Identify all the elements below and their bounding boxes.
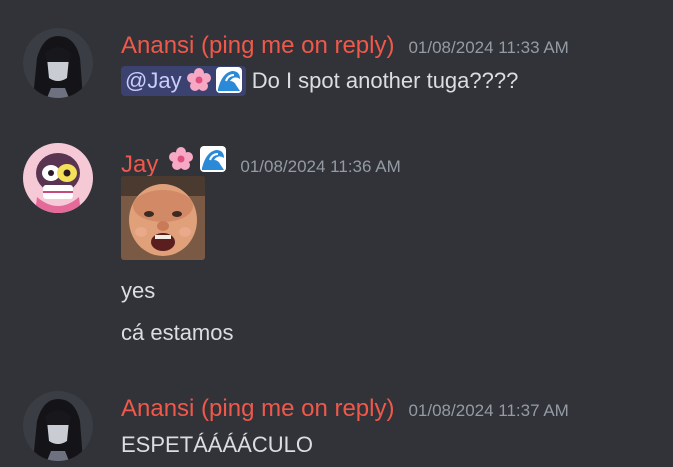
message-header: Anansi (ping me on reply) 01/08/2024 11:… — [121, 32, 569, 60]
avatar[interactable] — [23, 391, 93, 461]
timestamp: 01/08/2024 11:33 AM — [408, 38, 569, 57]
message-header: Anansi (ping me on reply) 01/08/2024 11:… — [121, 395, 569, 423]
message-header: Jay 01/08/2024 11:36 AM — [121, 146, 401, 179]
cherry-blossom-icon — [168, 146, 194, 172]
water-wave-icon — [215, 67, 242, 93]
username[interactable]: Anansi (ping me on reply) — [121, 395, 394, 423]
water-wave-icon — [200, 146, 227, 172]
timestamp: 01/08/2024 11:37 AM — [408, 401, 569, 420]
message-text: Do I spot another tuga???? — [251, 68, 519, 93]
mention-text: @Jay — [125, 68, 182, 93]
message-content: @Jay Do I spot another tuga???? — [121, 66, 518, 96]
message-text: yes — [121, 278, 156, 303]
username[interactable]: Anansi (ping me on reply) — [121, 32, 394, 60]
username[interactable]: Jay — [121, 151, 158, 179]
sticker-image[interactable] — [121, 176, 205, 260]
timestamp: 01/08/2024 11:36 AM — [240, 157, 401, 176]
avatar[interactable] — [23, 143, 93, 213]
message-text: ESPETÁÁÁÁCULO — [121, 432, 313, 457]
avatar[interactable] — [23, 28, 93, 98]
user-mention[interactable]: @Jay — [121, 66, 246, 96]
message-text: cá estamos — [121, 320, 234, 345]
cherry-blossom-icon — [186, 67, 212, 93]
